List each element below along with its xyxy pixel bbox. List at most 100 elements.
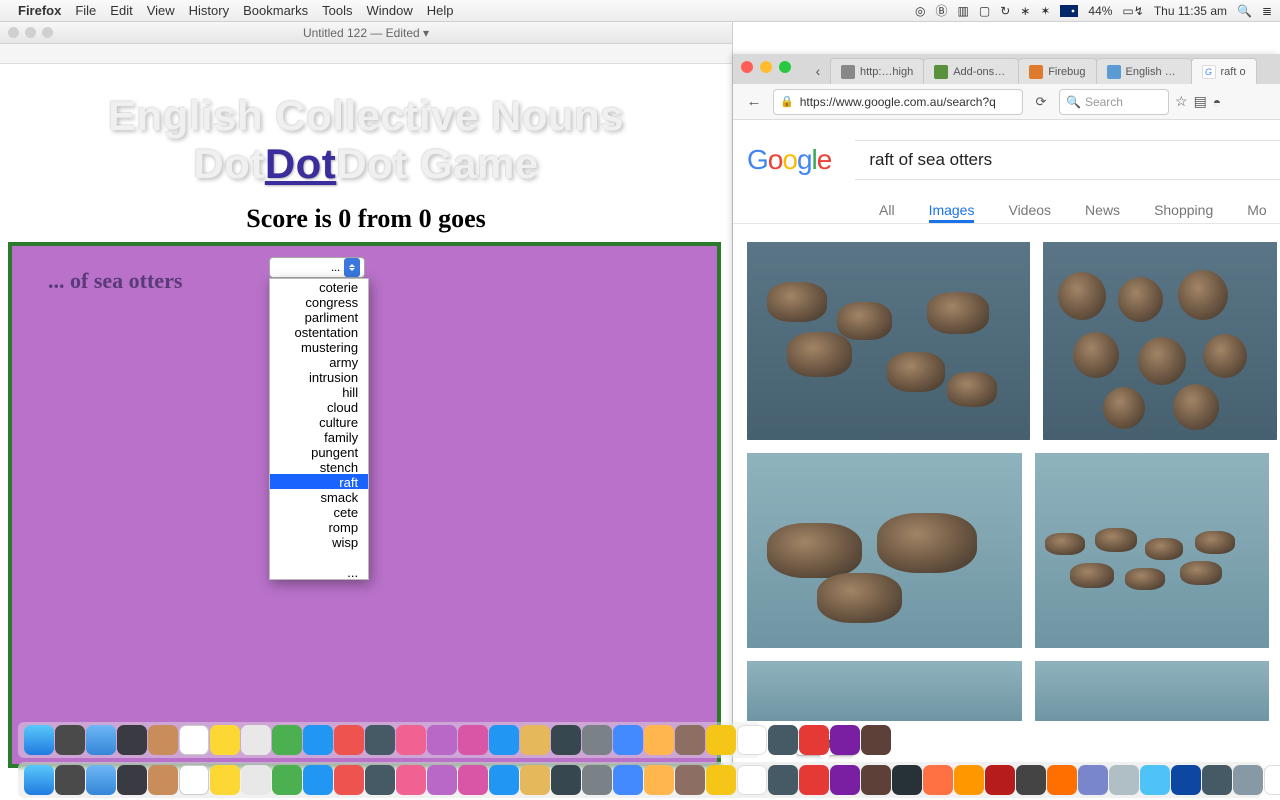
- dock-app-icon[interactable]: [830, 765, 860, 795]
- menu-window[interactable]: Window: [367, 3, 413, 18]
- option[interactable]: congress: [270, 294, 368, 309]
- dock-app-icon[interactable]: [272, 725, 302, 755]
- dock-app-icon[interactable]: [1202, 765, 1232, 795]
- dock-app-icon[interactable]: [830, 725, 860, 755]
- dock-calendar-icon[interactable]: [179, 725, 209, 755]
- game-title-link[interactable]: Dot: [265, 140, 336, 187]
- timemachine-icon[interactable]: ↻: [1000, 4, 1010, 18]
- option[interactable]: intrusion: [270, 369, 368, 384]
- option[interactable]: hill: [270, 384, 368, 399]
- status-icon[interactable]: ◎: [915, 4, 925, 18]
- option[interactable]: cloud: [270, 399, 368, 414]
- dock-app-icon[interactable]: [675, 725, 705, 755]
- dock-app-icon[interactable]: [613, 725, 643, 755]
- option[interactable]: culture: [270, 414, 368, 429]
- dock-app-icon[interactable]: [1233, 765, 1263, 795]
- option[interactable]: [270, 549, 368, 564]
- image-result[interactable]: [1035, 453, 1269, 648]
- star-icon[interactable]: ☆: [1175, 93, 1188, 110]
- nav-videos[interactable]: Videos: [1008, 202, 1051, 223]
- dock-terminal-icon[interactable]: [892, 765, 922, 795]
- option[interactable]: coterie: [270, 279, 368, 294]
- dock-app-icon[interactable]: [334, 765, 364, 795]
- close-icon[interactable]: [741, 61, 753, 73]
- dock-app-icon[interactable]: [396, 725, 426, 755]
- reader-icon[interactable]: ▤: [1194, 93, 1207, 110]
- option[interactable]: romp: [270, 519, 368, 534]
- status-icon[interactable]: Ⓑ: [936, 2, 948, 19]
- option[interactable]: family: [270, 429, 368, 444]
- dock-app-icon[interactable]: [489, 765, 519, 795]
- image-result[interactable]: [747, 453, 1022, 648]
- dock-filezilla-icon[interactable]: [985, 765, 1015, 795]
- dock-firefox-icon[interactable]: [954, 765, 984, 795]
- dock-app-icon[interactable]: [396, 765, 426, 795]
- notification-center-icon[interactable]: ≣: [1262, 4, 1272, 18]
- dock-app-icon[interactable]: [706, 725, 736, 755]
- answer-select[interactable]: ...: [269, 257, 365, 278]
- airplay-icon[interactable]: ▢: [979, 4, 990, 18]
- dock-app-icon[interactable]: [644, 725, 674, 755]
- zoom-icon[interactable]: [779, 61, 791, 73]
- dock-app-icon[interactable]: [675, 765, 705, 795]
- dock-app-icon[interactable]: [117, 765, 147, 795]
- tab[interactable]: English C…: [1096, 58, 1192, 84]
- dock-app-icon[interactable]: [1171, 765, 1201, 795]
- image-result[interactable]: [1035, 661, 1269, 721]
- search-box[interactable]: 🔍 Search: [1059, 89, 1169, 115]
- nav-shopping[interactable]: Shopping: [1154, 202, 1213, 223]
- option-highlighted[interactable]: raft: [270, 474, 368, 489]
- dock-calendar-icon[interactable]: [179, 765, 209, 795]
- google-logo[interactable]: Google: [747, 144, 831, 176]
- menu-history[interactable]: History: [189, 3, 229, 18]
- tab-active[interactable]: Graft o: [1191, 58, 1257, 84]
- status-icon[interactable]: ▥: [958, 4, 969, 18]
- dock-app-icon[interactable]: [644, 765, 674, 795]
- dock-appstore-icon[interactable]: [458, 725, 488, 755]
- menu-view[interactable]: View: [147, 3, 175, 18]
- dock-itunes-icon[interactable]: [427, 765, 457, 795]
- menu-help[interactable]: Help: [427, 3, 454, 18]
- option[interactable]: parliment: [270, 309, 368, 324]
- option[interactable]: ostentation: [270, 324, 368, 339]
- dock-ibooks-icon[interactable]: [520, 725, 550, 755]
- dock-app-icon[interactable]: [117, 725, 147, 755]
- image-result[interactable]: [747, 661, 1022, 721]
- app-name[interactable]: Firefox: [18, 3, 61, 18]
- option[interactable]: stench: [270, 459, 368, 474]
- dock-app-icon[interactable]: [148, 765, 178, 795]
- dock-chrome-icon[interactable]: [737, 725, 767, 755]
- dock-launchpad-icon[interactable]: [55, 725, 85, 755]
- dock-app-icon[interactable]: [1140, 765, 1170, 795]
- dock-app-icon[interactable]: [334, 725, 364, 755]
- dock-app-icon[interactable]: [489, 725, 519, 755]
- dock-app-icon[interactable]: [303, 765, 333, 795]
- nav-all[interactable]: All: [879, 202, 895, 223]
- dock-app-icon[interactable]: [365, 765, 395, 795]
- dock-app-icon[interactable]: [1078, 765, 1108, 795]
- dock-app-icon[interactable]: [768, 765, 798, 795]
- menu-edit[interactable]: Edit: [110, 3, 132, 18]
- nav-more[interactable]: Mo: [1247, 202, 1266, 223]
- minimize-icon[interactable]: [25, 27, 36, 38]
- back-button[interactable]: ←: [741, 89, 767, 115]
- image-result[interactable]: [747, 242, 1030, 440]
- clock[interactable]: Thu 11:35 am: [1154, 4, 1227, 18]
- dock-app-icon[interactable]: [613, 765, 643, 795]
- dock-notes-icon[interactable]: [210, 765, 240, 795]
- dock-app-icon[interactable]: [551, 725, 581, 755]
- dock-app-icon[interactable]: [923, 765, 953, 795]
- dock-appstore-icon[interactable]: [458, 765, 488, 795]
- option[interactable]: smack: [270, 489, 368, 504]
- option[interactable]: cete: [270, 504, 368, 519]
- dock-app-icon[interactable]: [551, 765, 581, 795]
- dock-app-icon[interactable]: [272, 765, 302, 795]
- reload-button[interactable]: ⟳: [1029, 90, 1053, 114]
- nav-images[interactable]: Images: [929, 202, 975, 223]
- zoom-icon[interactable]: [42, 27, 53, 38]
- spotlight-icon[interactable]: 🔍: [1237, 4, 1252, 18]
- tab-prev-button[interactable]: ‹: [805, 58, 831, 84]
- dock-app-icon[interactable]: [582, 765, 612, 795]
- battery-icon[interactable]: ▭↯: [1122, 4, 1143, 18]
- dock-app-icon[interactable]: [1264, 765, 1280, 795]
